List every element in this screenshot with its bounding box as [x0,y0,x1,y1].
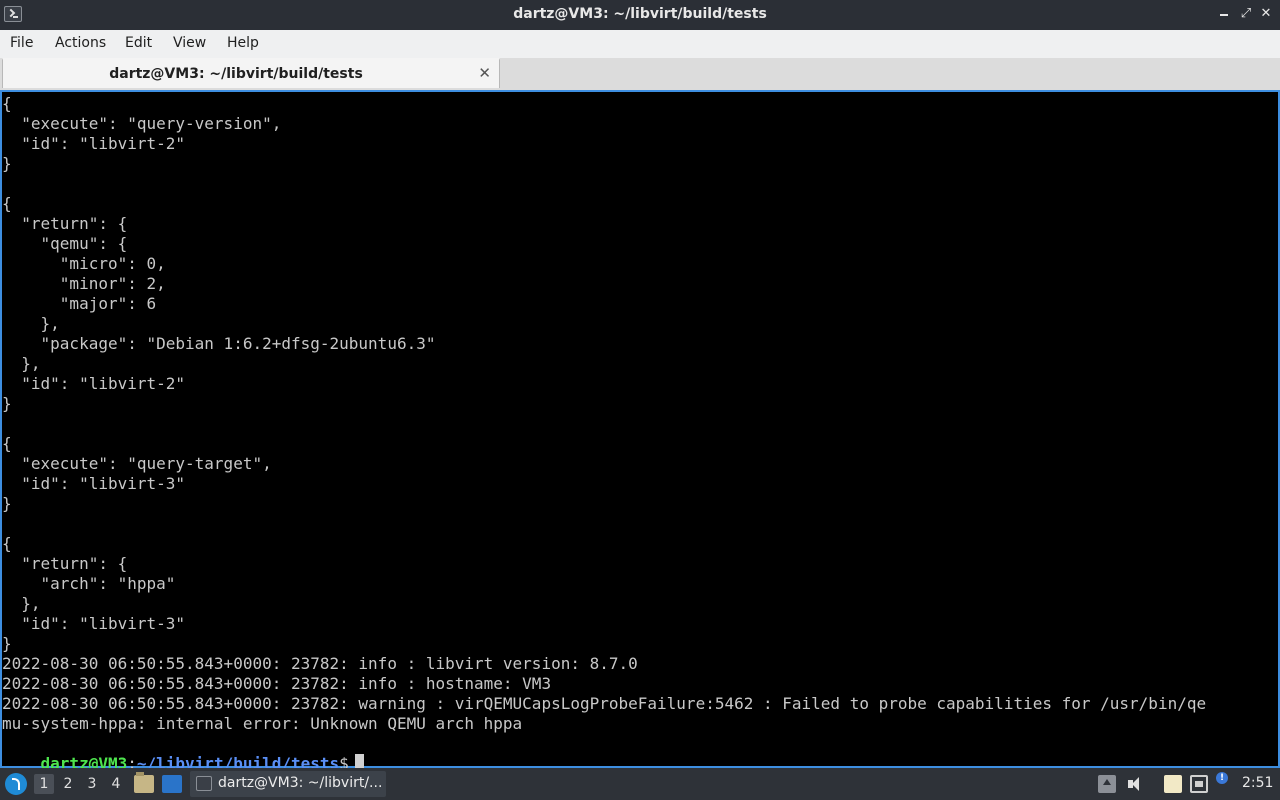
clipboard-icon[interactable] [1164,775,1182,793]
start-menu-icon[interactable] [5,773,27,795]
terminal-line: }, [2,594,41,613]
menu-file[interactable]: File [10,35,33,51]
terminal-line: "arch": "hppa" [2,574,176,593]
maximize-button[interactable]: ⤢ [1238,6,1254,22]
workspace-1-button[interactable]: 1 [34,774,54,794]
terminal-line: { [2,194,12,213]
clock[interactable]: 2:51 [1242,775,1273,791]
tab-label: dartz@VM3: ~/libvirt/build/tests [109,66,363,82]
tab-terminal[interactable]: dartz@VM3: ~/libvirt/build/tests ✕ [2,58,500,88]
menu-actions[interactable]: Actions [55,35,106,51]
menu-edit[interactable]: Edit [125,35,152,51]
terminal-line: mu-system-hppa: internal error: Unknown … [2,714,523,733]
minimize-button[interactable] [1216,6,1232,22]
terminal-line: } [2,494,12,513]
window-titlebar[interactable]: dartz@VM3: ~/libvirt/build/tests ⤢ ✕ [0,0,1280,30]
terminal-line: { [2,434,12,453]
taskbar-window-button[interactable]: dartz@VM3: ~/libvirt/... [190,771,386,797]
terminal-line: "return": { [2,554,128,573]
terminal-line: "minor": 2, [2,274,166,293]
terminal-output: { "execute": "query-version", "id": "lib… [2,94,1278,734]
menu-help[interactable]: Help [227,35,259,51]
terminal-line: 2022-08-30 06:50:55.843+0000: 23782: inf… [2,654,638,673]
terminal-line: } [2,394,12,413]
terminal-line: "qemu": { [2,234,128,253]
terminal-line: { [2,534,12,553]
workspace-3-button[interactable]: 3 [82,774,102,794]
terminal-line: "package": "Debian 1:6.2+dfsg-2ubuntu6.3… [2,334,436,353]
terminal-line: "id": "libvirt-2" [2,374,186,393]
terminal-line: "major": 6 [2,294,157,313]
volume-icon[interactable] [1126,775,1144,793]
terminal-line: "id": "libvirt-2" [2,134,186,153]
workspace-2-button[interactable]: 2 [58,774,78,794]
terminal-line: 2022-08-30 06:50:55.843+0000: 23782: inf… [2,674,552,693]
terminal-line: }, [2,354,41,373]
terminal-line: "return": { [2,214,128,233]
terminal-view[interactable]: { "execute": "query-version", "id": "lib… [0,90,1280,773]
close-window-button[interactable]: ✕ [1258,6,1274,22]
terminal-line: } [2,154,12,173]
terminal-line: "micro": 0, [2,254,166,273]
terminal-line: } [2,634,12,653]
tab-bar: dartz@VM3: ~/libvirt/build/tests ✕ [0,58,1280,90]
notification-icon[interactable]: ! [1216,772,1228,784]
tab-close-icon[interactable]: ✕ [478,64,491,82]
terminal-line: { [2,94,12,113]
network-icon[interactable] [1190,775,1208,793]
show-desktop-icon[interactable] [162,775,182,793]
terminal-line: 2022-08-30 06:50:55.843+0000: 23782: war… [2,694,1207,713]
terminal-line: "id": "libvirt-3" [2,614,186,633]
terminal-line: "execute": "query-target", [2,454,272,473]
taskbar-window-label: dartz@VM3: ~/libvirt/... [218,775,383,791]
tray-expand-icon[interactable] [1098,775,1116,793]
workspace-4-button[interactable]: 4 [106,774,126,794]
taskbar: 1 2 3 4 dartz@VM3: ~/libvirt/... ! 2:51 [0,768,1280,800]
menu-view[interactable]: View [173,35,206,51]
menu-bar: File Actions Edit View Help [0,30,1280,58]
file-manager-icon[interactable] [134,772,154,793]
terminal-line: }, [2,314,60,333]
window-title: dartz@VM3: ~/libvirt/build/tests [513,6,767,22]
terminal-line: "execute": "query-version", [2,114,282,133]
terminal-line: "id": "libvirt-3" [2,474,186,493]
terminal-icon [196,776,212,791]
